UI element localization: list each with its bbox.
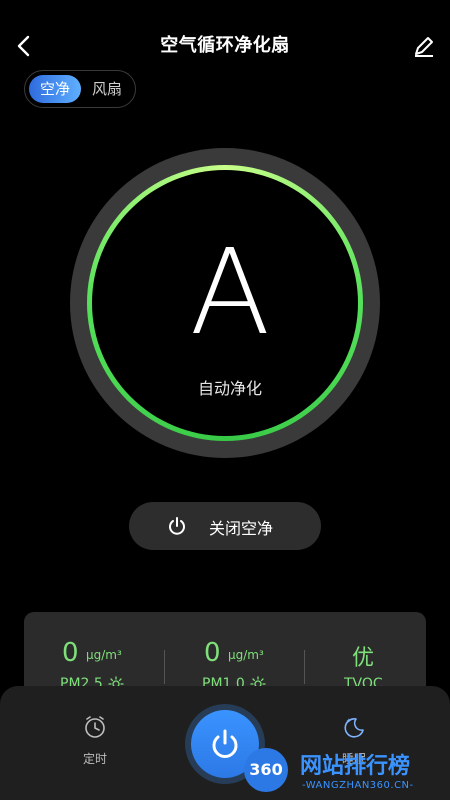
- moon-stars-icon: ✦: [344, 717, 364, 738]
- mode-dial[interactable]: A 自动净化: [70, 148, 380, 458]
- watermark-badge: 360: [244, 748, 288, 792]
- clock-icon: [85, 716, 105, 738]
- mode-letter: A: [189, 223, 271, 361]
- power-off-button[interactable]: 关闭空净: [129, 502, 321, 550]
- tvoc-value: 优: [352, 646, 375, 671]
- power-button-label: 关闭空净: [209, 519, 274, 538]
- mode-label: 自动净化: [197, 379, 262, 398]
- watermark-logo: 360 网站排行榜 -WANGZHAN360.CN-: [236, 740, 450, 800]
- timer-tab[interactable]: 定时: [55, 714, 135, 767]
- status-ring: A 自动净化: [87, 165, 363, 441]
- page-title: 空气循环净化扇: [160, 35, 290, 56]
- mode-toggle: 空净 风扇: [24, 70, 136, 108]
- mode-option-fan[interactable]: 风扇: [81, 75, 133, 103]
- pencil-icon[interactable]: [412, 34, 436, 58]
- stat-divider: [304, 650, 305, 684]
- power-icon: [169, 517, 185, 535]
- stat-divider: [164, 650, 165, 684]
- watermark-text: 网站排行榜: [300, 754, 411, 779]
- timer-label: 定时: [82, 752, 107, 766]
- pm10-value: 0: [204, 638, 221, 668]
- pm25-unit: μg/m³: [86, 648, 122, 662]
- dial-center: A 自动净化: [92, 170, 358, 436]
- watermark-subtext: -WANGZHAN360.CN-: [302, 780, 414, 791]
- pm10-unit: μg/m³: [228, 648, 264, 662]
- pm25-value: 0: [62, 638, 79, 668]
- mode-option-purify[interactable]: 空净: [29, 75, 81, 103]
- svg-text:✦: ✦: [346, 717, 352, 725]
